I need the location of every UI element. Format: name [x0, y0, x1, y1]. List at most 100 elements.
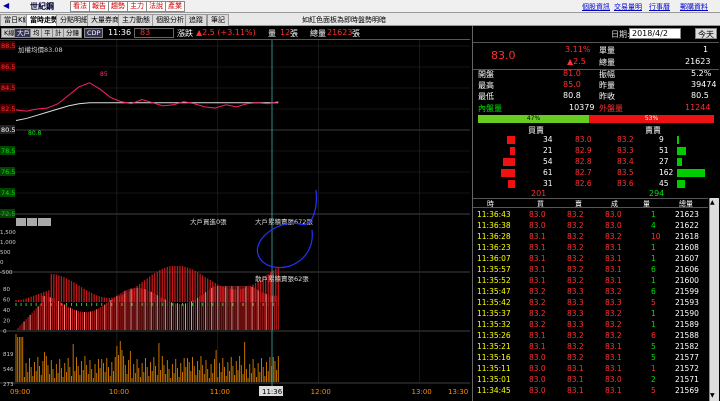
tab-bar: 當日K線 當時走勢 分點明細 大量券商 主力動態 個股分析 追蹤 筆記 如紅色面… — [0, 13, 720, 26]
bid-volume[interactable]: 61 — [543, 168, 553, 177]
avg-price-label: 加權均價 — [18, 45, 45, 54]
panel4-tick-label: 546 — [3, 367, 14, 373]
tick-row[interactable]: 11:36:07 83.1 83.2 83.1 1 21607 — [473, 254, 708, 265]
tick-ask: 83.2 — [567, 254, 584, 263]
outer-volume-value: 11244 — [685, 103, 711, 112]
volume-label: 量 — [268, 29, 276, 38]
tick-row[interactable]: 11:35:37 83.2 83.3 83.2 1 21590 — [473, 309, 708, 320]
back-arrow-icon[interactable]: ◀ — [3, 1, 9, 10]
tick-price: 83.2 — [605, 320, 622, 329]
bid-price[interactable]: 82.6 — [575, 179, 592, 188]
scroll-up-icon[interactable]: ▲ — [710, 199, 715, 206]
tick-price: 83.1 — [605, 353, 622, 362]
panel2-tool-2[interactable] — [27, 218, 37, 226]
tick-row[interactable]: 11:35:26 83.1 83.2 83.2 6 21588 — [473, 331, 708, 342]
tick-price: 83.1 — [605, 276, 622, 285]
link-calendar[interactable]: 行事曆 — [649, 2, 670, 12]
bid-price[interactable]: 82.7 — [575, 168, 592, 177]
bid-volume[interactable]: 34 — [543, 135, 553, 144]
tick-header-cell: 成 — [611, 200, 618, 208]
tick-volume: 5 — [651, 353, 656, 362]
minute-toggle[interactable]: 分鐘 — [63, 28, 82, 38]
ask-price[interactable]: 83.3 — [617, 146, 634, 155]
tick-total: 21600 — [675, 276, 699, 285]
link-stock-info[interactable]: 個股資訊 — [582, 2, 610, 12]
low-mark: 80.8 — [28, 130, 42, 137]
major-button[interactable]: 主力 — [127, 1, 147, 12]
tick-row[interactable]: 11:35:52 83.1 83.2 83.1 1 21600 — [473, 276, 708, 287]
panel2-tool-3[interactable] — [38, 218, 51, 226]
intraday-chart[interactable]: 88.586.584.582.580.578.576.574.572.5 加權均… — [0, 40, 470, 401]
bid-volume[interactable]: 54 — [543, 157, 553, 166]
ask-volume[interactable]: 162 — [659, 168, 673, 177]
tick-row[interactable]: 11:36:28 83.1 83.2 83.2 10 21618 — [473, 232, 708, 243]
tick-volume: 10 — [651, 232, 661, 241]
current-time: 11:36 — [108, 28, 132, 37]
bid-price[interactable]: 82.9 — [575, 146, 592, 155]
tick-volume: 2 — [651, 375, 656, 384]
price-axis: 88.586.584.582.580.578.576.574.572.5 — [0, 41, 15, 218]
view-button[interactable]: 看法 — [70, 1, 90, 12]
industry-button[interactable]: 產業 — [165, 1, 185, 12]
date-picker[interactable]: 2018/4/2 — [629, 28, 681, 39]
tick-row[interactable]: 11:35:01 83.0 83.1 83.0 2 21571 — [473, 375, 708, 386]
panel2-tick-label: 500 — [0, 250, 11, 256]
today-button[interactable]: 今天 — [695, 28, 717, 39]
tick-price: 83.1 — [605, 386, 622, 395]
buy-depth-bar — [508, 180, 515, 188]
panel3-tick-label: 80 — [3, 287, 10, 293]
tick-time: 11:36:23 — [477, 243, 511, 252]
ask-volume[interactable]: 45 — [659, 179, 669, 188]
tab-tracking[interactable]: 追蹤 — [185, 14, 207, 26]
report-button[interactable]: 報告 — [89, 1, 109, 12]
tab-major-activity[interactable]: 主力動態 — [118, 14, 154, 26]
time-axis-label: 13:00 — [412, 388, 432, 396]
tick-volume: 5 — [651, 386, 656, 395]
cdp-toggle[interactable]: CDP — [84, 28, 104, 38]
tick-row[interactable]: 11:35:57 83.1 83.2 83.1 6 21606 — [473, 265, 708, 276]
link-volume[interactable]: 交易量明 — [614, 2, 642, 12]
ask-volume[interactable]: 27 — [659, 157, 669, 166]
sell-depth-bar — [677, 180, 685, 188]
tick-row[interactable]: 11:35:11 83.0 83.1 83.1 1 21572 — [473, 364, 708, 375]
bid-volume[interactable]: 21 — [543, 146, 553, 155]
tick-row[interactable]: 11:36:38 83.0 83.2 83.0 4 21622 — [473, 221, 708, 232]
tick-scrollbar[interactable] — [709, 198, 719, 401]
briefing-button[interactable]: 法說 — [146, 1, 166, 12]
ask-volume[interactable]: 51 — [659, 146, 669, 155]
tick-time: 11:35:37 — [477, 309, 511, 318]
buy-depth-bar — [501, 169, 515, 177]
tick-row[interactable]: 11:35:32 83.2 83.3 83.2 1 21589 — [473, 320, 708, 331]
ask-price[interactable]: 83.4 — [617, 157, 634, 166]
tick-volume: 1 — [651, 320, 656, 329]
tick-volume: 1 — [651, 210, 656, 219]
bid-volume[interactable]: 31 — [543, 179, 553, 188]
tick-bid: 83.0 — [529, 210, 546, 219]
tick-header-cell: 總量 — [679, 200, 693, 208]
tick-row[interactable]: 11:35:42 83.2 83.3 83.3 5 21593 — [473, 298, 708, 309]
trend-button[interactable]: 趨勢 — [108, 1, 128, 12]
link-mail[interactable]: 郵購資料 — [680, 2, 708, 12]
ask-price[interactable]: 83.2 — [617, 135, 634, 144]
ask-price[interactable]: 83.5 — [617, 168, 634, 177]
change-value: ▲2.5 (+3.11%) — [196, 28, 256, 37]
tick-row[interactable]: 11:35:21 83.1 83.2 83.1 5 21582 — [473, 342, 708, 353]
tick-row[interactable]: 11:35:47 83.2 83.3 83.2 6 21599 — [473, 287, 708, 298]
ask-price[interactable]: 83.6 — [617, 179, 634, 188]
stock-name: 世紀鋼 — [30, 2, 54, 11]
scroll-down-icon[interactable]: ▼ — [710, 392, 715, 399]
tick-row[interactable]: 11:35:16 83.0 83.2 83.1 5 21577 — [473, 353, 708, 364]
tab-notes[interactable]: 筆記 — [207, 14, 229, 26]
panel2-tool-1[interactable] — [16, 218, 26, 226]
bid-price[interactable]: 82.8 — [575, 157, 592, 166]
tab-stock-analysis[interactable]: 個股分析 — [152, 14, 188, 26]
tick-price: 83.2 — [605, 331, 622, 340]
bid-price[interactable]: 83.0 — [575, 135, 592, 144]
tick-row[interactable]: 11:36:43 83.0 83.2 83.0 1 21623 — [473, 210, 708, 221]
price-tick-label: 82.5 — [1, 105, 15, 113]
ask-volume[interactable]: 9 — [659, 135, 664, 144]
tick-row[interactable]: 11:36:23 83.1 83.2 83.1 1 21608 — [473, 243, 708, 254]
tick-total: 21618 — [675, 232, 699, 241]
sell-depth-bar — [677, 169, 705, 177]
tick-row[interactable]: 11:34:45 83.0 83.1 83.1 5 21569 — [473, 386, 708, 397]
